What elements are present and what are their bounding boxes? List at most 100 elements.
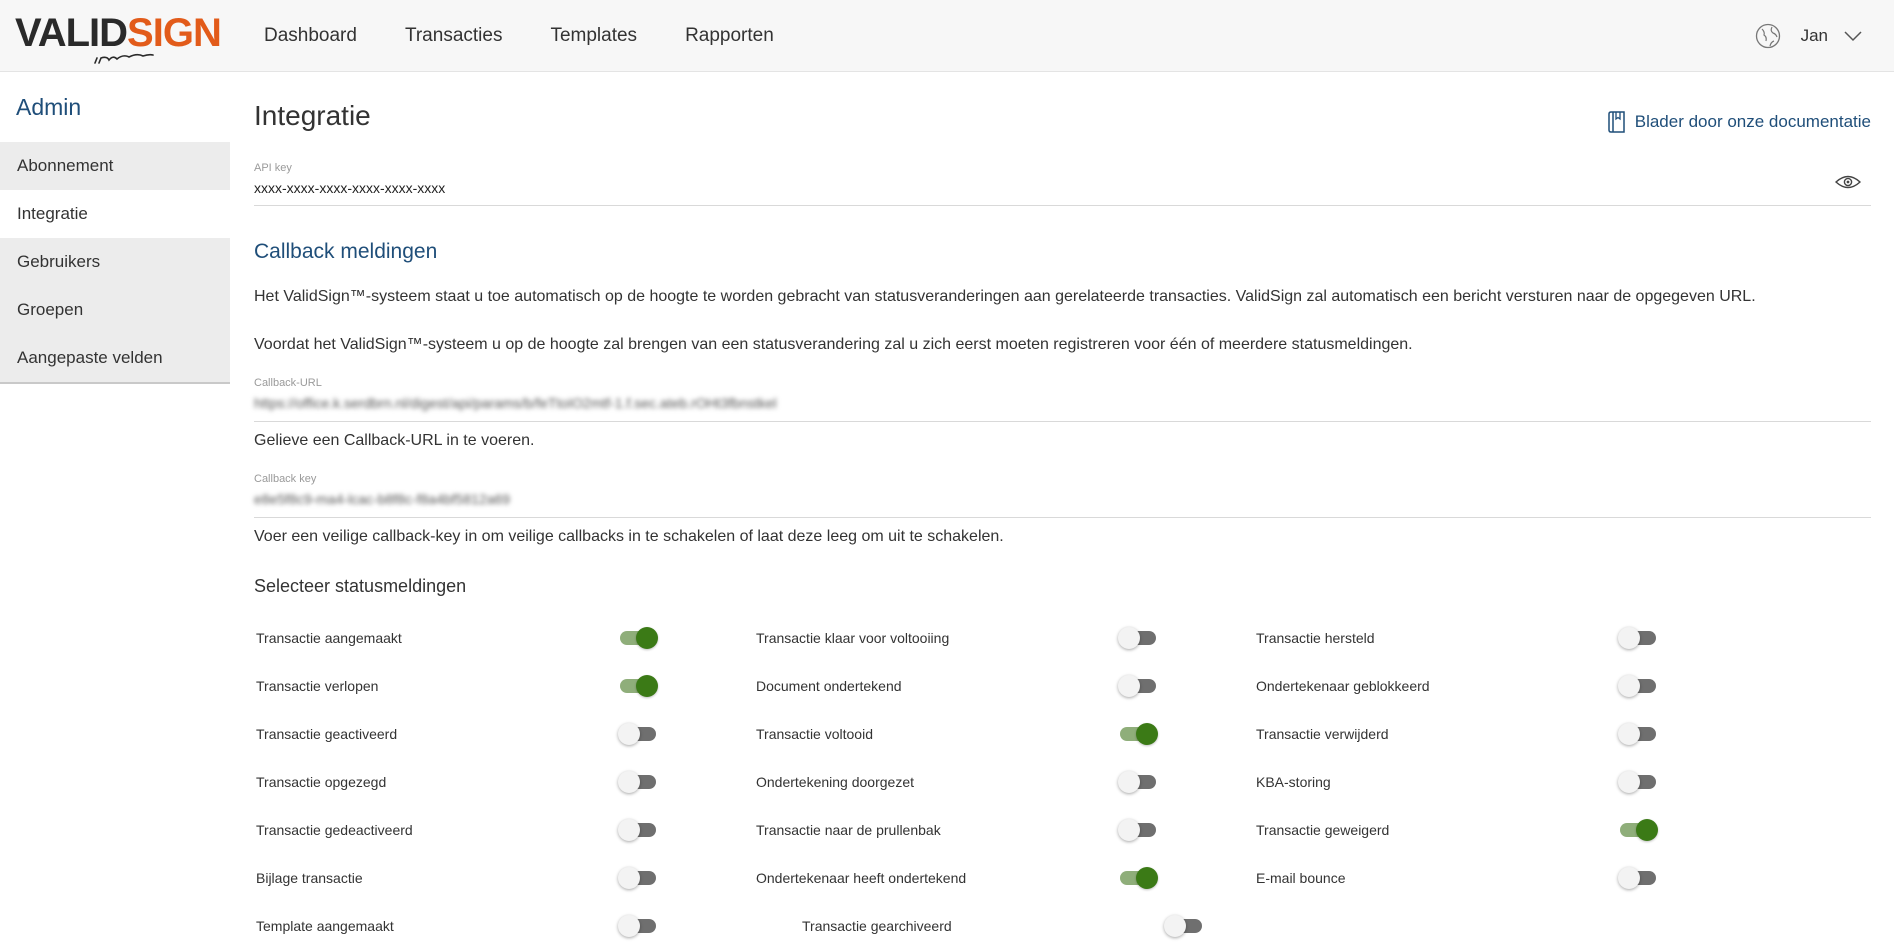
globe-icon[interactable] [1755, 23, 1781, 49]
toggle-row: Transactie verlopen Document ondertekend… [256, 662, 1756, 710]
sidebar-item-abonnement[interactable]: Abonnement [0, 142, 230, 190]
sidebar-item-gebruikers[interactable]: Gebruikers [0, 238, 230, 286]
toggle-item: Ondertekenaar heeft ondertekend [756, 867, 1256, 889]
sidebar-item-groepen[interactable]: Groepen [0, 286, 230, 334]
toggle-label: Transactie klaar voor voltooiing [756, 630, 950, 646]
toggle-switch[interactable] [1120, 723, 1158, 745]
callback-url-value[interactable]: https://office.k.serdbrn.nl/digest/api/p… [254, 395, 1871, 411]
toggle-switch[interactable] [618, 819, 656, 841]
documentation-link-label[interactable]: Blader door onze documentatie [1635, 112, 1871, 132]
toggle-row: Transactie geactiveerd Transactie voltoo… [256, 710, 1756, 758]
toggle-label: Transactie voltooid [756, 726, 873, 742]
page-title: Integratie [254, 100, 371, 131]
admin-sidebar: Admin Abonnement Integratie Gebruikers G… [0, 72, 230, 384]
logo-part-sign: SIGN [127, 11, 222, 55]
top-bar: VALIDSIGN Dashboard Transacties Template… [0, 0, 1894, 72]
toggle-switch[interactable] [618, 771, 656, 793]
toggle-switch[interactable] [1118, 819, 1156, 841]
nav-templates[interactable]: Templates [550, 25, 637, 47]
nav-dashboard[interactable]: Dashboard [264, 25, 357, 47]
toggle-label: Transactie gedeactiveerd [256, 822, 413, 838]
toggle-label: Ondertekening doorgezet [756, 774, 914, 790]
toggle-switch[interactable] [1118, 675, 1156, 697]
toggle-label: E-mail bounce [1256, 870, 1346, 886]
toggle-switch[interactable] [1618, 771, 1656, 793]
toggle-label: Template aangemaakt [256, 918, 394, 934]
toggle-item: Bijlage transactie [256, 867, 756, 889]
callback-url-label: Callback-URL [254, 377, 322, 389]
toggle-item: Transactie geactiveerd [256, 723, 756, 745]
toggle-row: Transactie gedeactiveerd Transactie naar… [256, 806, 1756, 854]
toggle-row: Template aangemaakt Transactie gearchive… [256, 902, 1756, 950]
toggle-row: Transactie opgezegd Ondertekening doorge… [256, 758, 1756, 806]
toggle-switch[interactable] [1618, 723, 1656, 745]
nav-rapporten[interactable]: Rapporten [685, 25, 774, 47]
toggle-switch[interactable] [1118, 771, 1156, 793]
toggle-label: Document ondertekend [756, 678, 902, 694]
toggle-switch[interactable] [1164, 915, 1202, 937]
toggle-switch[interactable] [1620, 819, 1658, 841]
toggle-row: Bijlage transactie Ondertekenaar heeft o… [256, 854, 1756, 902]
toggle-label: Transactie hersteld [1256, 630, 1375, 646]
callback-description-2: Voordat het ValidSign™-systeem u op de h… [254, 336, 1413, 353]
api-key-value[interactable]: xxxx-xxxx-xxxx-xxxx-xxxx-xxxx [254, 180, 1871, 196]
toggle-label: Transactie aangemaakt [256, 630, 402, 646]
book-icon [1607, 111, 1625, 133]
toggle-label: Transactie verwijderd [1256, 726, 1389, 742]
callback-key-label: Callback key [254, 473, 317, 485]
toggle-label: Transactie gearchiveerd [802, 918, 952, 934]
callback-section-title: Callback meldingen [254, 240, 438, 263]
toggle-item: Transactie voltooid [756, 723, 1256, 745]
toggle-item: Transactie gearchiveerd [802, 915, 1348, 937]
chevron-down-icon[interactable] [1844, 30, 1862, 42]
callback-key-value[interactable]: e8e5f8c9-ma4-lcac-b8f8c-f8a4bf5812a69 [254, 491, 1871, 507]
toggle-item: Transactie verlopen [256, 675, 756, 697]
toggle-item: Document ondertekend [756, 675, 1256, 697]
user-name[interactable]: Jan [1801, 26, 1828, 46]
signature-scribble-icon [94, 53, 154, 64]
api-key-label: API key [254, 162, 292, 174]
toggle-switch[interactable] [618, 867, 656, 889]
callback-url-field[interactable]: Callback-URL https://office.k.serdbrn.nl… [254, 377, 1871, 422]
sidebar-item-aangepaste-velden[interactable]: Aangepaste velden [0, 334, 230, 382]
callback-key-hint: Voer een veilige callback-key in om veil… [254, 528, 1004, 545]
toggle-label: Transactie verlopen [256, 678, 379, 694]
sidebar-title: Admin [16, 93, 82, 120]
toggle-switch[interactable] [620, 675, 658, 697]
eye-icon[interactable] [1835, 174, 1861, 190]
toggle-switch[interactable] [1618, 627, 1656, 649]
callback-key-field[interactable]: Callback key e8e5f8c9-ma4-lcac-b8f8c-f8a… [254, 473, 1871, 518]
toggle-switch[interactable] [1618, 675, 1656, 697]
toggle-item: Transactie verwijderd [1256, 723, 1756, 745]
logo-part-valid: VALID [15, 11, 128, 55]
status-notifications-title: Selecteer statusmeldingen [254, 576, 467, 596]
status-toggle-grid: Transactie aangemaakt Transactie klaar v… [256, 614, 1756, 950]
sidebar-item-integratie[interactable]: Integratie [0, 190, 230, 238]
callback-url-hint: Gelieve een Callback-URL in te voeren. [254, 432, 535, 449]
callback-description-1: Het ValidSign™-systeem staat u toe autom… [254, 288, 1756, 305]
toggle-item: Transactie naar de prullenbak [756, 819, 1256, 841]
toggle-item: Template aangemaakt [256, 915, 802, 937]
toggle-switch[interactable] [1120, 867, 1158, 889]
toggle-switch[interactable] [1118, 627, 1156, 649]
api-key-field[interactable]: API key xxxx-xxxx-xxxx-xxxx-xxxx-xxxx [254, 162, 1871, 206]
toggle-item: Transactie klaar voor voltooiing [756, 627, 1256, 649]
toggle-label: KBA-storing [1256, 774, 1331, 790]
documentation-link[interactable]: Blader door onze documentatie [1607, 110, 1871, 134]
toggle-switch[interactable] [620, 627, 658, 649]
toggle-label: Transactie geactiveerd [256, 726, 398, 742]
user-menu[interactable]: Jan [1755, 20, 1862, 52]
toggle-switch[interactable] [1618, 867, 1656, 889]
toggle-item: Transactie hersteld [1256, 627, 1756, 649]
validsign-logo[interactable]: VALIDSIGN [15, 10, 222, 66]
nav-transacties[interactable]: Transacties [405, 25, 503, 47]
toggle-label: Ondertekenaar geblokkeerd [1256, 678, 1430, 694]
toggle-switch[interactable] [618, 723, 656, 745]
toggle-item: Transactie aangemaakt [256, 627, 756, 649]
toggle-label: Bijlage transactie [256, 870, 363, 886]
toggle-switch[interactable] [618, 915, 656, 937]
toggle-label: Transactie opgezegd [256, 774, 387, 790]
toggle-item: Ondertekenaar geblokkeerd [1256, 675, 1756, 697]
toggle-item: Transactie gedeactiveerd [256, 819, 756, 841]
toggle-label: Ondertekenaar heeft ondertekend [756, 870, 967, 886]
